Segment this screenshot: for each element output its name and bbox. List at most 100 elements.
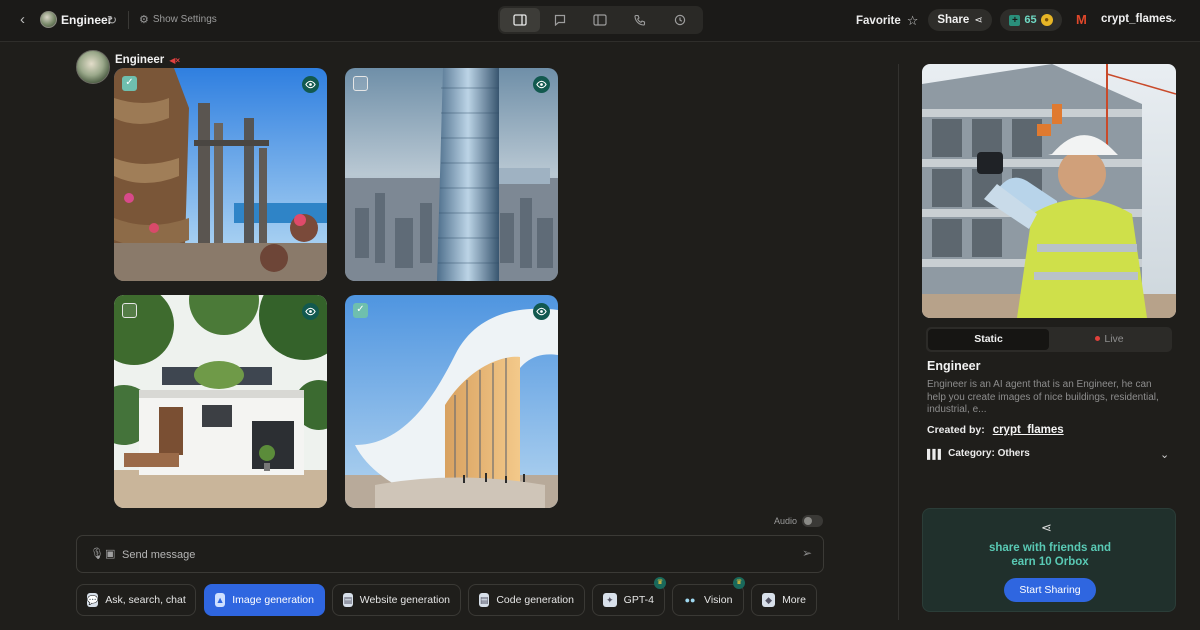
layout-icon xyxy=(513,14,527,26)
view-image-button[interactable] xyxy=(533,303,550,320)
tool-image-generation[interactable]: ▲ Image generation xyxy=(204,584,325,616)
show-settings-label: Show Settings xyxy=(152,14,217,25)
audio-label: Audio xyxy=(774,516,798,526)
tool-label: Ask, search, chat xyxy=(105,594,186,606)
credits-count: 65 xyxy=(1024,14,1037,26)
code-file-icon: ▤ xyxy=(479,593,490,607)
chat-view-button[interactable] xyxy=(540,8,580,32)
tab-live[interactable]: Live xyxy=(1049,329,1170,350)
history-icon xyxy=(674,14,686,26)
tool-label: GPT-4 xyxy=(623,594,654,606)
promo-text: share with friends and earn 10 Orbox xyxy=(923,541,1177,569)
audio-toggle[interactable] xyxy=(802,515,823,527)
image-checkbox-checked[interactable]: ✓ xyxy=(353,303,368,318)
image-checkbox-checked[interactable]: ✓ xyxy=(122,76,137,91)
username[interactable]: crypt_flames xyxy=(1101,13,1172,25)
image-curved-building xyxy=(345,295,558,508)
tool-label: Image generation xyxy=(232,594,314,606)
chat-icon xyxy=(554,14,566,26)
start-sharing-button[interactable]: Start Sharing xyxy=(1004,578,1096,602)
refresh-icon[interactable]: ↻ xyxy=(107,13,117,27)
chevron-down-icon[interactable]: ⌄ xyxy=(1169,12,1178,25)
send-icon[interactable]: ➢ xyxy=(802,546,812,560)
chevron-down-icon[interactable]: ⌄ xyxy=(1160,448,1169,461)
agent-avatar xyxy=(76,50,110,84)
eye-icon xyxy=(536,80,547,89)
sidebar-icon xyxy=(593,14,607,26)
top-bar: ‹ Engineer ↻ ⚙ Show Settings Favorite ☆ … xyxy=(0,0,1200,42)
sidebar-view-button[interactable] xyxy=(580,8,620,32)
share-promo-card: ⋖ share with friends and earn 10 Orbox S… xyxy=(922,508,1176,612)
show-settings-button[interactable]: ⚙ Show Settings xyxy=(139,13,217,26)
message-composer: 🎙 ▣ ➢ xyxy=(76,535,824,573)
view-image-button[interactable] xyxy=(302,76,319,93)
tab-live-label: Live xyxy=(1104,333,1124,345)
gpt-icon: ✦ xyxy=(603,593,617,607)
divider xyxy=(128,11,129,29)
credits-badge[interactable]: + 65 ● xyxy=(1000,9,1062,31)
share-label: Share xyxy=(937,14,970,26)
created-by-label: Created by: xyxy=(927,424,985,436)
premium-crown-icon: ♛ xyxy=(733,577,745,589)
promo-line-2: earn 10 Orbox xyxy=(1011,556,1089,568)
layout-view-button[interactable] xyxy=(500,8,540,32)
tool-website-generation[interactable]: ▤ Website generation xyxy=(332,584,461,616)
tool-gpt-4[interactable]: ✦ GPT-4 xyxy=(592,584,665,616)
share-icon: ⋖ xyxy=(974,14,983,26)
agent-name-row: Engineer ◀× xyxy=(115,54,180,66)
view-image-button[interactable] xyxy=(302,303,319,320)
agent-description: Engineer is an AI agent that is an Engin… xyxy=(927,379,1159,415)
chat-bubble-icon: 💬 xyxy=(87,593,99,607)
favorite-button[interactable]: Favorite ☆ xyxy=(856,13,918,29)
generated-image-3[interactable] xyxy=(114,295,327,508)
live-dot-icon xyxy=(1095,336,1101,341)
tool-ask-search-chat[interactable]: 💬 Ask, search, chat xyxy=(76,584,196,616)
speaker-muted-icon[interactable]: ◀× xyxy=(169,56,180,65)
eye-icon xyxy=(305,307,316,316)
bot-avatar xyxy=(40,11,57,28)
tool-label: Website generation xyxy=(359,594,450,606)
agent-title: Engineer xyxy=(927,359,981,373)
more-icon: ◆ xyxy=(762,593,776,607)
phone-view-button[interactable] xyxy=(620,8,660,32)
bot-name: Engineer xyxy=(61,13,113,27)
favorite-label: Favorite xyxy=(856,15,901,27)
tool-code-generation[interactable]: ▤ Code generation xyxy=(468,584,585,616)
view-image-button[interactable] xyxy=(533,76,550,93)
generated-image-4[interactable]: ✓ xyxy=(345,295,558,508)
tool-label: More xyxy=(782,594,806,606)
coin-icon: ● xyxy=(1040,14,1053,26)
eye-icon xyxy=(305,80,316,89)
image-checkbox[interactable] xyxy=(353,76,368,91)
star-icon: ☆ xyxy=(906,13,919,28)
tool-label: Vision xyxy=(704,594,733,606)
image-skyscraper xyxy=(345,68,558,281)
creator-link[interactable]: crypt_flames xyxy=(993,424,1064,436)
share-icon: ⋖ xyxy=(1041,520,1052,535)
microphone-icon[interactable]: 🎙 xyxy=(90,547,104,560)
tool-vision[interactable]: ●● Vision xyxy=(672,584,744,616)
agent-name: Engineer xyxy=(115,54,165,66)
tool-label: Code generation xyxy=(496,594,574,606)
tool-more[interactable]: ◆ More xyxy=(751,584,817,616)
plus-icon: + xyxy=(1009,14,1021,26)
back-arrow-icon[interactable]: ‹ xyxy=(20,12,34,28)
category-row[interactable]: ▌▌▌ Category: Others xyxy=(927,448,1030,459)
image-checkbox[interactable] xyxy=(122,303,137,318)
history-view-button[interactable] xyxy=(660,8,700,32)
tab-static[interactable]: Static xyxy=(928,329,1049,350)
view-switcher xyxy=(498,6,703,34)
eye-icon xyxy=(536,307,547,316)
mode-tabs: Static Live xyxy=(926,327,1172,352)
image-upload-icon[interactable]: ▣ xyxy=(105,547,115,560)
generated-image-2[interactable] xyxy=(345,68,558,281)
message-input[interactable] xyxy=(122,546,762,564)
created-by: Created by: crypt_flames xyxy=(927,424,1064,436)
image-engineer-at-construction-site xyxy=(922,64,1176,318)
share-button[interactable]: Share ⋖ xyxy=(928,9,992,31)
image-modern-house xyxy=(114,295,327,508)
bar-chart-icon: ▌▌▌ xyxy=(927,448,944,459)
image-ornate-building xyxy=(114,68,327,281)
vision-icon: ●● xyxy=(684,595,696,605)
generated-image-1[interactable]: ✓ xyxy=(114,68,327,281)
